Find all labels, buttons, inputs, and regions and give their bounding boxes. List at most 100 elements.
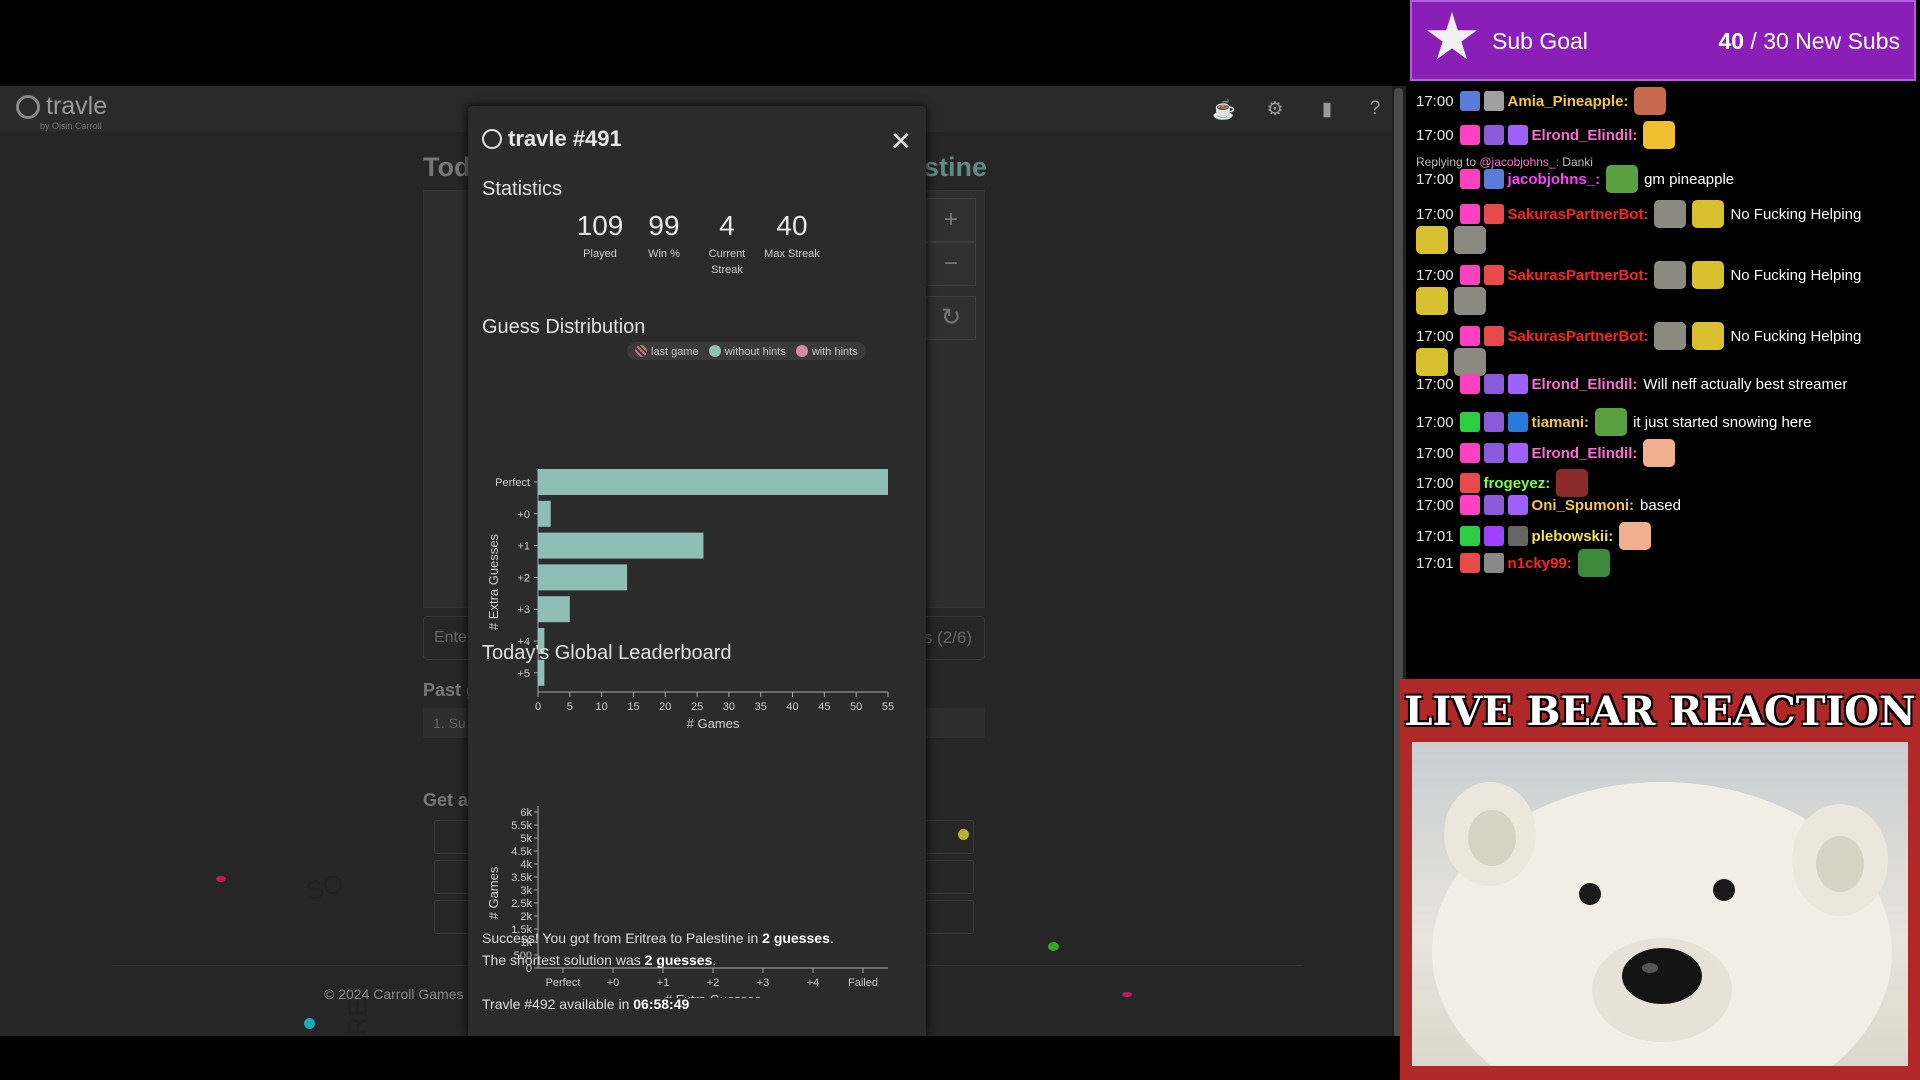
chat-message: 17:00 Elrond_Elindil: xyxy=(1416,439,1681,467)
chat-username[interactable]: frogeyez: xyxy=(1484,475,1551,492)
stat-current-streak: 4 Current Streak xyxy=(696,210,758,278)
legend-label: with hints xyxy=(811,345,858,358)
badge-icon[interactable] xyxy=(1459,443,1480,463)
reset-map-button[interactable]: ↻ xyxy=(926,296,976,340)
badge-icon[interactable] xyxy=(1507,443,1528,463)
chat-message: 17:00 Elrond_Elindil: xyxy=(1416,121,1681,149)
y-tick-label: 4.5k xyxy=(511,846,532,858)
emote-icon xyxy=(1619,522,1652,550)
y-tick-label: +0 xyxy=(517,509,530,521)
countdown-timer: 06:58:49 xyxy=(633,996,690,1012)
swatch-icon xyxy=(795,344,808,357)
badge-icon[interactable] xyxy=(1507,125,1528,145)
star-icon xyxy=(1427,12,1477,60)
badge-icon[interactable] xyxy=(1483,265,1504,285)
chat-timestamp: 17:00 xyxy=(1416,170,1454,188)
chat-timestamp: 17:00 xyxy=(1416,474,1454,492)
zoom-in-button[interactable]: + xyxy=(926,198,976,242)
badge-icon[interactable] xyxy=(1459,412,1480,432)
emote-icon xyxy=(1556,469,1589,497)
emote-icon xyxy=(1643,121,1676,149)
bear-reaction-title: LIVE BEAR REACTION xyxy=(1404,688,1916,735)
chat-text: gm pineapple xyxy=(1644,170,1735,188)
chat-username[interactable]: Oni_Spumoni: xyxy=(1532,497,1635,514)
stat-label: Max Streak xyxy=(764,248,820,260)
y-tick-label: +3 xyxy=(517,604,530,616)
x-tick-label: +3 xyxy=(757,977,770,989)
badge-icon[interactable] xyxy=(1483,374,1504,394)
badge-icon[interactable] xyxy=(1459,473,1480,493)
badge-icon[interactable] xyxy=(1483,125,1504,145)
chat-username[interactable]: jacobjohns_: xyxy=(1508,171,1601,188)
chat-username[interactable]: Amia_Pineapple: xyxy=(1508,93,1629,110)
bar xyxy=(538,596,570,623)
badge-icon[interactable] xyxy=(1459,374,1480,394)
x-tick-label: Perfect xyxy=(546,977,581,989)
chat-username[interactable]: n1cky99: xyxy=(1508,555,1572,572)
emote-icon xyxy=(1416,348,1448,376)
badge-icon[interactable] xyxy=(1459,553,1480,573)
badge-icon[interactable] xyxy=(1483,326,1504,346)
puzzle-title: Tod xyxy=(423,152,471,182)
badge-icon[interactable] xyxy=(1483,553,1504,573)
chat-timestamp: 17:01 xyxy=(1416,527,1454,545)
badge-icon[interactable] xyxy=(1483,495,1504,515)
emote-icon xyxy=(1416,287,1448,315)
legend-without-hints[interactable]: without hints xyxy=(708,344,786,358)
compass-icon xyxy=(482,129,502,149)
badge-icon[interactable] xyxy=(1459,265,1480,285)
badge-icon[interactable] xyxy=(1483,91,1504,111)
stat-value: 40 xyxy=(776,210,808,241)
emote-icon xyxy=(1692,200,1725,228)
close-icon[interactable]: ✕ xyxy=(890,126,912,157)
chat-message-wrap xyxy=(1416,226,1492,254)
badge-icon[interactable] xyxy=(1459,204,1480,224)
guess-counter: s (2/6) xyxy=(923,628,972,647)
travle-logo[interactable]: travle by Oisin Carroll xyxy=(16,92,107,131)
y-tick-label: 2.5k xyxy=(511,898,532,910)
badge-icon[interactable] xyxy=(1507,374,1528,394)
chat-username[interactable]: Elrond_Elindil: xyxy=(1532,376,1638,393)
chat-username[interactable]: Elrond_Elindil: xyxy=(1532,127,1638,144)
chat-timestamp: 17:00 xyxy=(1416,444,1454,462)
modal-title: travle #491 xyxy=(482,126,622,152)
chat-username[interactable]: SakurasPartnerBot: xyxy=(1508,206,1649,223)
badge-icon[interactable] xyxy=(1459,91,1480,111)
badge-icon[interactable] xyxy=(1507,495,1528,515)
chat-message: 17:00 SakurasPartnerBot: No Fucking Helpin… xyxy=(1416,261,1861,289)
badge-icon[interactable] xyxy=(1459,326,1480,346)
badge-icon[interactable] xyxy=(1483,169,1504,189)
gear-icon[interactable]: ⚙ xyxy=(1264,98,1286,120)
chat-username[interactable]: SakurasPartnerBot: xyxy=(1508,267,1649,284)
help-icon[interactable]: ? xyxy=(1364,98,1386,120)
badge-icon[interactable] xyxy=(1507,526,1528,546)
chat-username[interactable]: tiamani: xyxy=(1532,414,1590,431)
badge-icon[interactable] xyxy=(1483,412,1504,432)
legend-last-game[interactable]: last game xyxy=(635,344,699,358)
badge-icon[interactable] xyxy=(1483,526,1504,546)
chat-username[interactable]: SakurasPartnerBot: xyxy=(1508,328,1649,345)
legend-label: without hints xyxy=(724,345,786,358)
chat-username[interactable]: Elrond_Elindil: xyxy=(1532,445,1638,462)
badge-icon[interactable] xyxy=(1507,412,1528,432)
legend-with-hints[interactable]: with hints xyxy=(795,344,858,358)
chat-message: 17:00 SakurasPartnerBot: No Fucking Helpin… xyxy=(1416,322,1861,350)
zoom-out-button[interactable]: − xyxy=(926,242,976,286)
y-tick-label: 2k xyxy=(520,911,532,923)
badge-icon[interactable] xyxy=(1459,495,1480,515)
stats-icon[interactable]: ▮ xyxy=(1316,98,1338,120)
reply-context: Replying to @jacobjohns_: Danki xyxy=(1416,155,1593,169)
badge-icon[interactable] xyxy=(1483,204,1504,224)
badge-icon[interactable] xyxy=(1459,125,1480,145)
chat-message: 17:00 Amia_Pineapple: xyxy=(1416,87,1672,115)
chat-username[interactable]: plebowskii: xyxy=(1532,528,1614,545)
bar xyxy=(538,469,888,495)
badge-icon[interactable] xyxy=(1483,443,1504,463)
chat-message-wrap xyxy=(1416,287,1492,315)
badge-icon[interactable] xyxy=(1459,169,1480,189)
chat-text: Will neff actually best streamer xyxy=(1643,375,1848,393)
badge-icon[interactable] xyxy=(1459,526,1480,546)
y-tick-label: 3k xyxy=(520,885,532,897)
coffee-icon[interactable]: ☕ xyxy=(1212,98,1236,121)
y-tick-label: 3.5k xyxy=(511,872,532,884)
